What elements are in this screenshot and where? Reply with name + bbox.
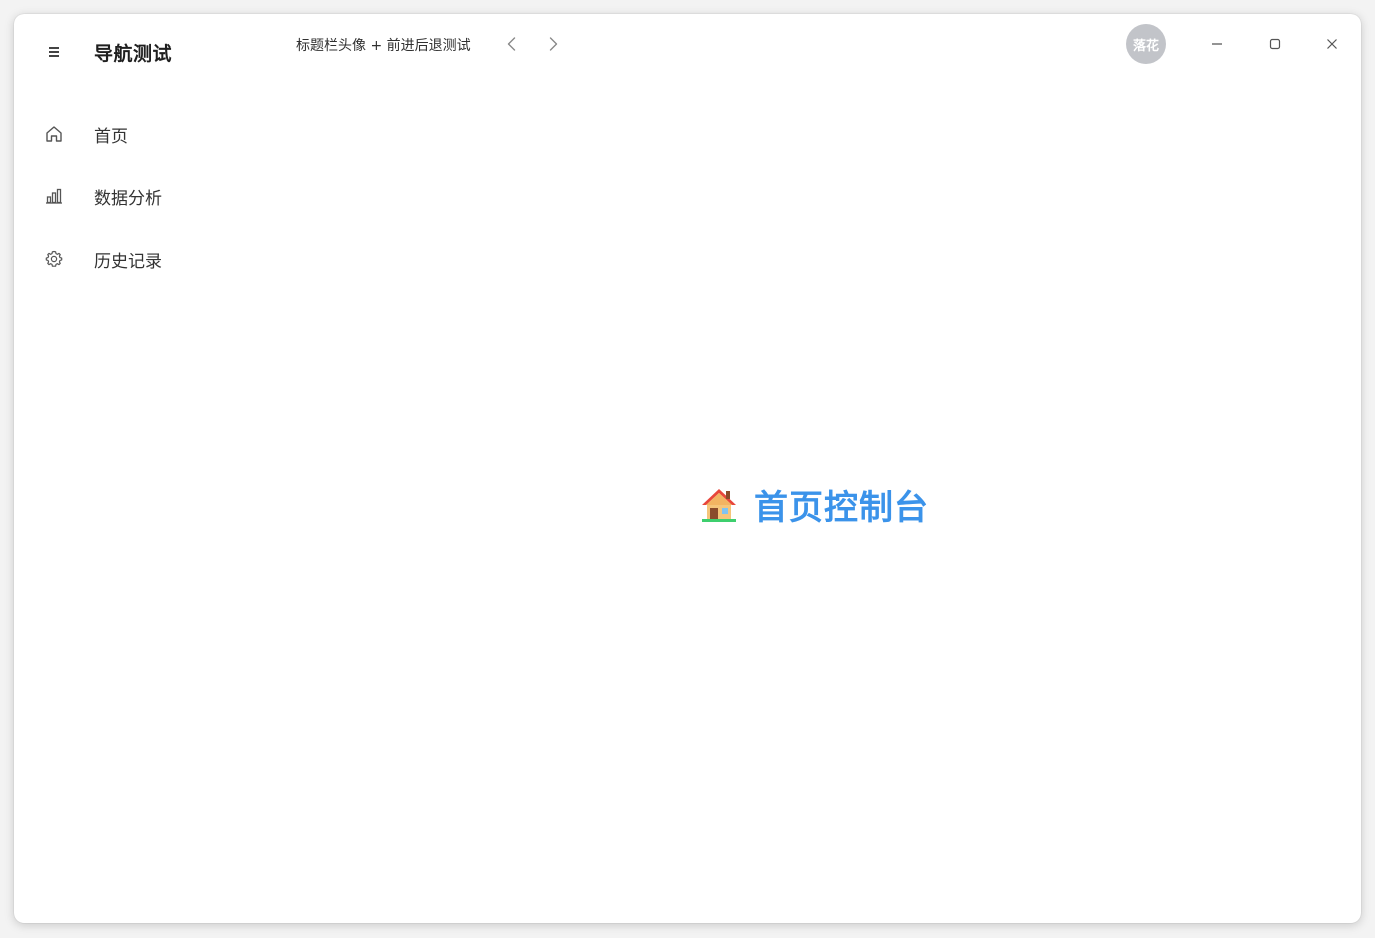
gear-icon	[45, 250, 63, 267]
avatar[interactable]: 落花	[1126, 24, 1166, 64]
bar-chart-icon	[46, 188, 62, 204]
menu-icon[interactable]	[46, 44, 62, 60]
sidebar-item-label: 数据分析	[94, 189, 162, 209]
forward-arrow-icon[interactable]	[543, 34, 563, 54]
sidebar-item-label: 历史记录	[94, 252, 162, 272]
close-icon[interactable]	[1320, 32, 1344, 56]
sidebar: 导航测试 首页 数据分析 历史记录	[14, 14, 264, 923]
sidebar-item-home[interactable]: 首页	[14, 109, 264, 159]
page-title: 首页控制台	[754, 488, 929, 528]
minimize-icon[interactable]	[1205, 32, 1229, 56]
sidebar-item-label: 首页	[94, 127, 128, 147]
back-arrow-icon[interactable]	[502, 34, 522, 54]
page-heading: 首页控制台	[700, 480, 929, 529]
maximize-icon[interactable]	[1263, 32, 1287, 56]
titlebar-title: 标题栏头像 + 前进后退测试	[296, 38, 471, 54]
app-title: 导航测试	[94, 43, 173, 65]
sidebar-item-history[interactable]: 历史记录	[14, 234, 264, 284]
home-icon	[46, 126, 62, 142]
app-window: 导航测试 首页 数据分析 历史记录 标题栏头像 + 前进后退测试 落花 首页控制…	[14, 14, 1361, 923]
sidebar-item-data-analysis[interactable]: 数据分析	[14, 171, 264, 221]
house-icon	[702, 488, 736, 522]
